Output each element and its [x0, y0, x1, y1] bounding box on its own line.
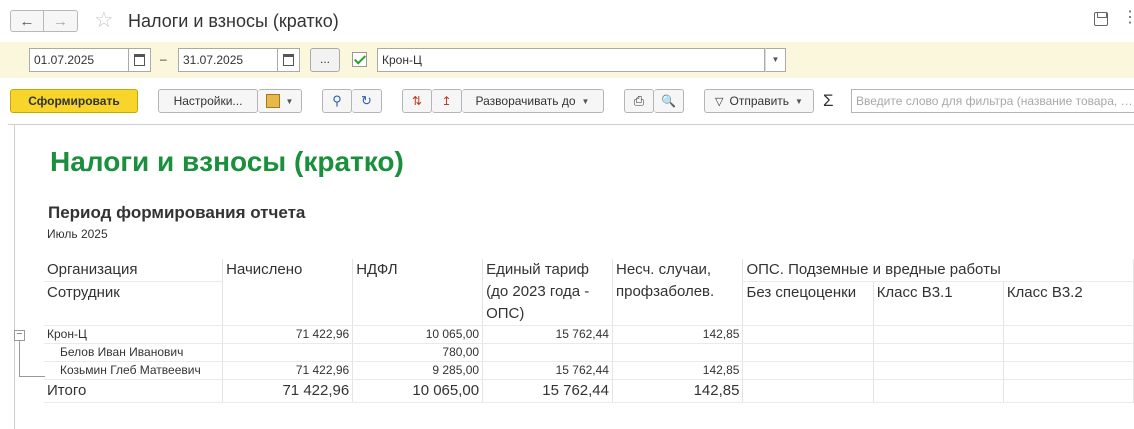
header-no-assessment: Без спецоценки — [742, 281, 874, 326]
header-class-31: Класс В3.1 — [873, 281, 1004, 326]
header-ndfl: НДФЛ — [352, 259, 484, 326]
header-employee: Сотрудник — [44, 281, 224, 326]
cell-org-single-tariff: 15 762,44 — [482, 325, 613, 344]
cell-org-name: Крон-Ц — [44, 325, 224, 344]
cell-accidents: 142,85 — [612, 361, 744, 380]
search-next-icon: ↻ — [361, 93, 372, 108]
chevron-down-icon: ▼ — [285, 96, 294, 106]
forward-button[interactable]: → — [44, 10, 78, 32]
cell-total-label: Итого — [44, 379, 224, 403]
organization-checkbox[interactable] — [352, 52, 367, 67]
tree-line — [19, 376, 45, 377]
print-preview-icon: 🔍 — [661, 94, 676, 108]
send-icon: ▽ — [715, 95, 724, 108]
date-to-input[interactable] — [178, 48, 278, 72]
find-button[interactable]: ⚲ — [322, 89, 352, 113]
cell-single-tariff: 15 762,44 — [482, 361, 613, 380]
send-label: Отправить — [729, 94, 790, 108]
chevron-down-icon: ▼ — [771, 55, 780, 64]
cell-single-tariff — [482, 343, 613, 362]
settings-button[interactable]: Настройки... — [158, 89, 258, 113]
minus-icon: − — [16, 329, 23, 340]
collapse-group-toggle[interactable]: − — [14, 330, 25, 341]
expand-levels-icon: ⇅ — [411, 94, 423, 108]
date-range-dash: – — [160, 52, 167, 66]
cell-ndfl: 9 285,00 — [352, 361, 484, 380]
chevron-down-icon: ▼ — [581, 96, 590, 106]
cell-accidents — [612, 343, 744, 362]
print-icon: ⎙ — [633, 93, 645, 108]
preview-button[interactable]: 🔍 — [654, 89, 684, 113]
header-class-32: Класс В3.2 — [1003, 281, 1134, 326]
sum-icon[interactable]: Σ — [823, 90, 834, 112]
date-from-calendar-button[interactable] — [129, 48, 151, 72]
save-icon[interactable] — [1094, 12, 1108, 26]
cell-org-accrued: 71 422,96 — [222, 325, 354, 344]
send-button[interactable]: ▽ Отправить ▼ — [704, 89, 814, 113]
cell-employee-name: Белов Иван Иванович — [44, 343, 224, 362]
cell-employee-name: Козьмин Глеб Матвеевич — [44, 361, 224, 380]
table-row-total[interactable]: Итого 71 422,96 10 065,00 15 762,44 142,… — [44, 379, 1134, 403]
report-title: Налоги и взносы (кратко) — [50, 146, 404, 177]
collapse-all-button[interactable]: ↥ — [432, 89, 462, 113]
header-organization: Организация — [44, 259, 224, 282]
cell-org-accidents: 142,85 — [612, 325, 744, 344]
variants-button[interactable]: ▼ — [258, 89, 302, 113]
more-vertical-icon[interactable]: ⋮ — [1122, 8, 1134, 28]
expand-to-label: Разворачивать до — [475, 94, 576, 108]
search-icon: ⚲ — [332, 93, 342, 108]
cell-total-accidents: 142,85 — [612, 379, 744, 403]
generate-button[interactable]: Сформировать — [10, 89, 138, 113]
report-gutter — [14, 124, 15, 429]
cell-accrued: 71 422,96 — [222, 361, 354, 380]
cell-org-ndfl: 10 065,00 — [352, 325, 484, 344]
report-variants-icon — [265, 94, 280, 108]
header-accrued: Начислено — [222, 259, 354, 326]
filter-search-input[interactable] — [851, 89, 1134, 113]
report-table: Организация Начислено НДФЛ Единый тариф … — [44, 259, 1134, 403]
cell-total-single-tariff: 15 762,44 — [482, 379, 613, 403]
table-row[interactable]: Белов Иван Иванович 780,00 — [44, 343, 1134, 362]
calendar-icon — [134, 54, 145, 66]
organization-input[interactable] — [377, 48, 765, 72]
chevron-down-icon: ▼ — [795, 96, 803, 106]
cell-ndfl: 780,00 — [352, 343, 484, 362]
star-icon[interactable]: ☆ — [94, 7, 114, 33]
arrow-left-icon: ← — [19, 12, 35, 30]
report-period-heading: Период формирования отчета — [48, 203, 306, 222]
cell-total-accrued: 71 422,96 — [222, 379, 354, 403]
table-row[interactable]: Козьмин Глеб Матвеевич 71 422,96 9 285,0… — [44, 361, 1134, 380]
date-from-input[interactable] — [29, 48, 129, 72]
header-single-tariff: Единый тариф (до 2023 года - ОПС) — [482, 259, 613, 326]
period-select-button[interactable]: ... — [310, 48, 340, 72]
header-accidents: Несч. случаи, профзаболев. — [612, 259, 744, 326]
header-row-1: Организация Начислено НДФЛ Единый тариф … — [44, 259, 1134, 326]
report-border — [8, 124, 1134, 125]
tree-line — [19, 341, 20, 377]
table-row-organization[interactable]: Крон-Ц 71 422,96 10 065,00 15 762,44 142… — [44, 325, 1134, 344]
cell-accrued — [222, 343, 354, 362]
calendar-icon — [283, 54, 294, 66]
find-next-button[interactable]: ↻ — [352, 89, 382, 113]
report-period-value: Июль 2025 — [47, 227, 108, 241]
collapse-levels-icon: ↥ — [441, 94, 452, 108]
organization-dropdown-button[interactable]: ▼ — [765, 48, 786, 72]
print-button[interactable]: ⎙ — [624, 89, 654, 113]
date-to-calendar-button[interactable] — [278, 48, 300, 72]
cell-total-ndfl: 10 065,00 — [352, 379, 484, 403]
expand-to-button[interactable]: Разворачивать до ▼ — [462, 89, 604, 113]
header-ops-group: ОПС. Подземные и вредные работы — [742, 259, 1134, 282]
arrow-right-icon: → — [53, 12, 68, 30]
window-title: Налоги и взносы (кратко) — [128, 11, 339, 31]
back-button[interactable]: ← — [10, 10, 44, 32]
expand-all-button[interactable]: ⇅ — [402, 89, 432, 113]
